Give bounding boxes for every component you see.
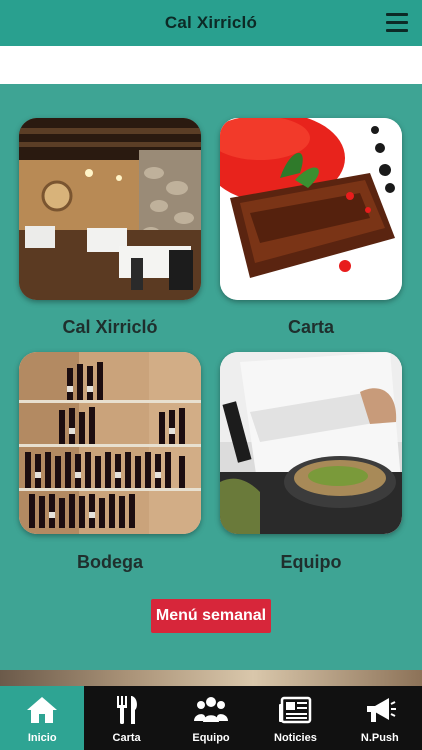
tile-bodega[interactable]	[19, 352, 201, 534]
weekly-menu-button[interactable]: Menú semanal	[151, 599, 271, 633]
group-icon	[194, 697, 229, 722]
tab-noticies[interactable]: Noticies	[253, 686, 337, 750]
plated-dish-image	[220, 118, 402, 300]
tile-label-equipo: Equipo	[280, 552, 342, 572]
restaurant-dining-room-image	[19, 118, 201, 300]
tab-label-equipo: Equipo	[192, 732, 230, 744]
tile-equipo[interactable]	[220, 352, 402, 534]
hamburger-menu-icon[interactable]	[386, 13, 408, 33]
tab-inicio[interactable]: Inicio	[0, 686, 85, 750]
megaphone-icon	[366, 698, 396, 722]
tile-label-bodega: Bodega	[76, 552, 143, 572]
background-photo-strip	[0, 670, 422, 686]
tab-label-noticies: Noticies	[274, 732, 317, 744]
tile-cal-xirriclo[interactable]	[19, 118, 201, 300]
tab-npush[interactable]: N.Push	[338, 686, 422, 750]
tab-equipo[interactable]: Equipo	[169, 686, 253, 750]
wine-shelf-image	[19, 352, 201, 534]
tab-carta[interactable]: Carta	[84, 686, 168, 750]
cutlery-icon	[116, 696, 137, 724]
tile-carta[interactable]	[220, 118, 402, 300]
tab-label-inicio: Inicio	[27, 732, 57, 744]
tab-label-carta: Carta	[112, 732, 141, 744]
app-title: Cal Xirricló	[164, 13, 258, 32]
bottom-tab-bar: Inicio Carta Equipo Noticies N.Push	[0, 686, 422, 750]
tab-label-npush: N.Push	[360, 732, 399, 744]
tile-label-carta: Carta	[287, 317, 335, 337]
white-banner	[0, 46, 422, 84]
top-bar: Cal Xirricló	[0, 0, 422, 46]
chef-cooking-image	[220, 352, 402, 534]
newspaper-icon	[279, 696, 312, 724]
tile-label-cal-xirriclo: Cal Xirricló	[62, 317, 158, 337]
home-icon	[27, 697, 58, 723]
